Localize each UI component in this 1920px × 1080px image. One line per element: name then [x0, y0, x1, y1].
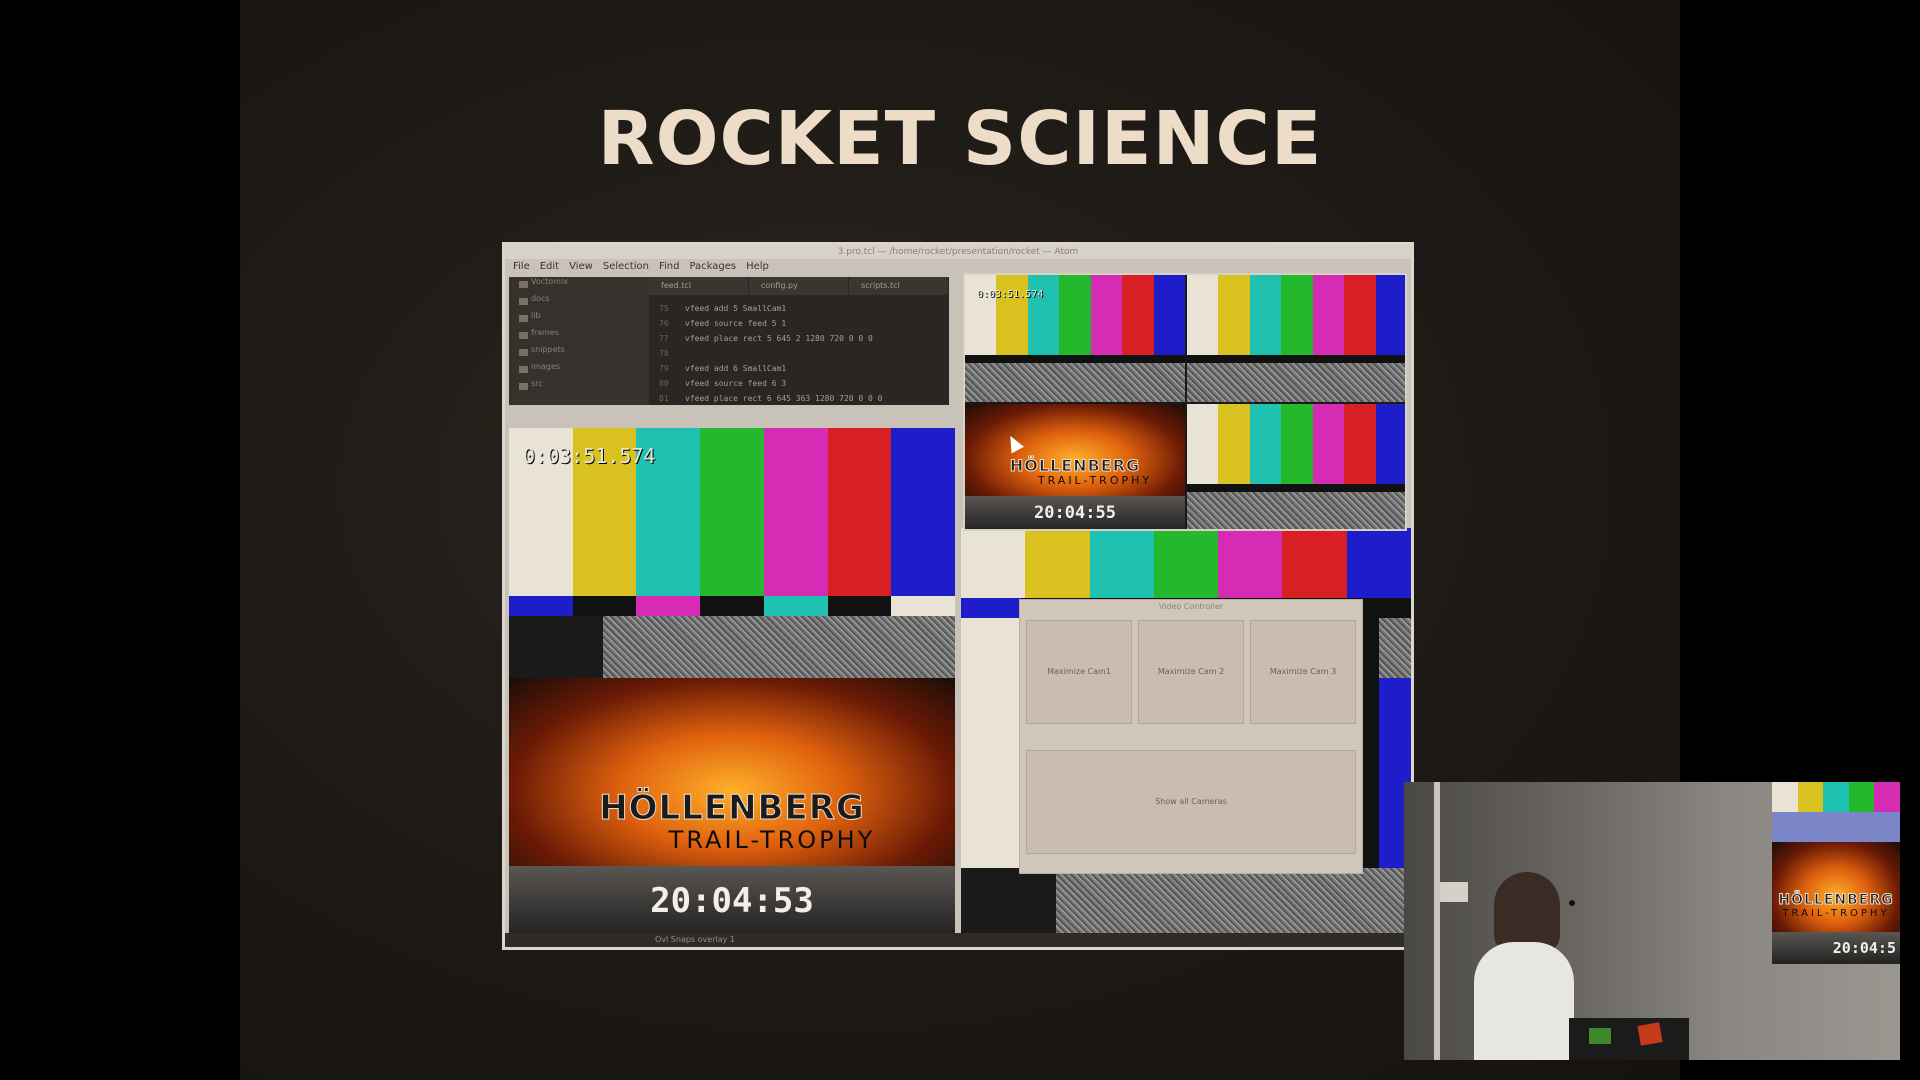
menu-packages[interactable]: Packages: [689, 261, 736, 275]
speaker-camera-feed: HÖLLENBERG TRAIL-TROPHY 20:04:5: [1404, 782, 1900, 1060]
color-bars-top: [961, 528, 1411, 598]
code-line: 78: [659, 349, 669, 358]
code-line: 76 vfeed source feed 5 1: [659, 319, 787, 328]
cam-logo-title: HÖLLENBERG: [1778, 892, 1894, 909]
multiview-cam1[interactable]: 0:03:51.574: [965, 275, 1185, 402]
main-clock: 20:04:53: [509, 866, 955, 936]
quad-logo-subtitle: TRAIL-TROPHY: [1037, 474, 1153, 487]
menu-edit[interactable]: Edit: [540, 261, 559, 275]
projected-slide: HÖLLENBERG TRAIL-TROPHY 20:04:5: [1772, 782, 1900, 964]
multiview-cam3[interactable]: HÖLLENBERG TRAIL-TROPHY 20:04:55: [965, 404, 1185, 529]
video-controller-window: Video Controller Maximize Cam1 Maximize …: [1019, 599, 1363, 874]
video-controller-title: Video Controller: [1158, 602, 1224, 611]
maximize-cam1-button[interactable]: Maximize Cam1: [1026, 620, 1132, 724]
tab-scripts[interactable]: scripts.tcl: [849, 277, 949, 295]
maximize-cam2-button[interactable]: Maximize Cam 2: [1138, 620, 1244, 724]
menu-find[interactable]: Find: [659, 261, 680, 275]
main-output-video: 0:03:51.574 HÖLLENBERG TRAIL-TROPHY 20:0…: [509, 428, 955, 936]
code-line: 81 vfeed place rect 6 645 363 1280 720 0 …: [659, 394, 883, 403]
code-line: 77 vfeed place rect 5 645 2 1280 720 0 0 …: [659, 334, 873, 343]
cam-logo-subtitle: TRAIL-TROPHY: [1782, 908, 1890, 919]
desktop-screenshot: 3.pro.tcl — /home/rocket/presentation/ro…: [502, 242, 1414, 950]
tree-item[interactable]: images: [509, 362, 649, 379]
color-bars-bottom: [509, 616, 955, 678]
color-bars-mid: [509, 596, 955, 616]
menu-file[interactable]: File: [513, 261, 530, 275]
tab-feed[interactable]: feed.tcl: [649, 277, 749, 295]
code-editor: Voctomix docs lib frames snippets images…: [509, 277, 949, 405]
quad-timecode: 0:03:51.574: [977, 289, 1044, 300]
editor-titlebar: 3.pro.tcl — /home/rocket/presentation/ro…: [505, 245, 1411, 259]
tree-item[interactable]: src: [509, 379, 649, 396]
tree-item[interactable]: docs: [509, 294, 649, 311]
tree-item[interactable]: lib: [509, 311, 649, 328]
tree-item[interactable]: frames: [509, 328, 649, 345]
code-line: 80 vfeed source feed 6 3: [659, 379, 787, 388]
cam-clock: 20:04:5: [1772, 932, 1900, 964]
menu-help[interactable]: Help: [746, 261, 769, 275]
multiview-cam2[interactable]: [1187, 275, 1405, 402]
logo-title: HÖLLENBERG: [599, 788, 865, 829]
quad-clock: 20:04:55: [965, 496, 1185, 529]
tab-config[interactable]: config.py: [749, 277, 849, 295]
slide-title: ROCKET SCIENCE: [597, 96, 1323, 182]
logo-image: HÖLLENBERG TRAIL-TROPHY: [509, 678, 955, 866]
show-all-cameras-button[interactable]: Show all Cameras: [1026, 750, 1356, 854]
editor-menubar: File Edit View Selection Find Packages H…: [505, 261, 769, 275]
quad-logo-title: HÖLLENBERG: [1009, 456, 1141, 476]
tree-item[interactable]: Voctomix: [509, 277, 649, 294]
main-timecode: 0:03:51.574: [523, 444, 656, 468]
editor-statusbar: Ovl Snaps overlay 1: [505, 933, 1411, 947]
code-lines[interactable]: 75 vfeed add 5 SmallCam1 76 vfeed source f…: [659, 301, 882, 406]
maximize-cam3-button[interactable]: Maximize Cam 3: [1250, 620, 1356, 724]
laptop: [1569, 1018, 1689, 1060]
editor-tabs: feed.tcl config.py scripts.tcl: [649, 277, 949, 295]
code-line: 75 vfeed add 5 SmallCam1: [659, 304, 787, 313]
color-bars-bottom: [961, 868, 1411, 936]
multiview-window[interactable]: 0:03:51.574 HÖLLENBERG TRAIL-TROPHY 20:0…: [963, 273, 1407, 531]
logo-subtitle: TRAIL-TROPHY: [668, 826, 876, 854]
menu-selection[interactable]: Selection: [603, 261, 649, 275]
file-tree: Voctomix docs lib frames snippets images…: [509, 277, 649, 405]
multiview-cam4[interactable]: [1187, 404, 1405, 529]
menu-view[interactable]: View: [569, 261, 593, 275]
code-line: 79 vfeed add 6 SmallCam1: [659, 364, 787, 373]
tree-item[interactable]: snippets: [509, 345, 649, 362]
